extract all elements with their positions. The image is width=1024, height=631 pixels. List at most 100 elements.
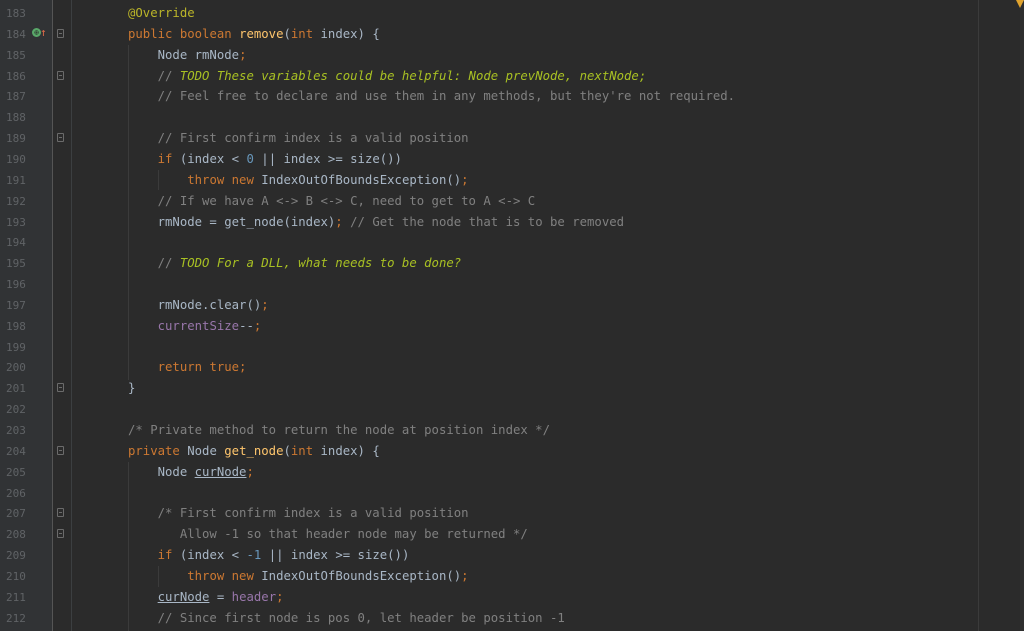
code-token: (index <: [179, 151, 247, 166]
code-line[interactable]: 199: [0, 337, 1024, 358]
code-token: throw new: [187, 172, 262, 187]
code-line[interactable]: 207 /* First confirm index is a valid po…: [0, 503, 1024, 524]
code-text: // TODO These variables could be helpful…: [128, 66, 647, 87]
code-token: //: [128, 68, 180, 83]
line-number: 211: [6, 590, 26, 604]
fold-toggle-icon[interactable]: [57, 529, 64, 539]
code-line[interactable]: 202: [0, 399, 1024, 420]
code-text: // TODO For a DLL, what needs to be done…: [128, 253, 462, 274]
line-number: 194: [6, 236, 26, 250]
code-line[interactable]: 197 rmNode.clear();: [0, 295, 1024, 316]
code-token: ;: [335, 214, 351, 229]
code-line[interactable]: 186 // TODO These variables could be hel…: [0, 66, 1024, 87]
code-line[interactable]: 191 throw new IndexOutOfBoundsException(…: [0, 170, 1024, 191]
code-line[interactable]: 201}: [0, 378, 1024, 399]
indent-guide: [128, 45, 129, 380]
code-line[interactable]: 198 currentSize--;: [0, 316, 1024, 337]
code-token: ;: [461, 172, 469, 187]
code-line[interactable]: 200 return true;: [0, 357, 1024, 378]
code-line[interactable]: 188: [0, 107, 1024, 128]
fold-toggle-icon[interactable]: [57, 508, 64, 518]
code-token: //: [128, 256, 180, 271]
line-number: 188: [6, 111, 26, 125]
code-token: header: [231, 589, 277, 604]
code-line[interactable]: 192 // If we have A <-> B <-> C, need to…: [0, 191, 1024, 212]
code-token: private: [128, 443, 188, 458]
code-token: /* Private method to return the node at …: [128, 423, 550, 437]
code-text: rmNode = get_node(index); // Get the nod…: [128, 212, 624, 233]
code-token: TODO These variables could be helpful: N…: [179, 68, 647, 83]
code-token: Allow -1 so that header node may be retu…: [128, 527, 528, 542]
code-line[interactable]: 184 public boolean remove(int index) {: [0, 24, 1024, 45]
fold-toggle-icon[interactable]: [57, 70, 64, 80]
line-number: 200: [6, 361, 26, 375]
code-token: ;: [461, 568, 469, 583]
code-token: }: [128, 381, 136, 396]
code-line[interactable]: 187 // Feel free to declare and use them…: [0, 86, 1024, 107]
indent-guide: [128, 462, 129, 631]
line-number: 209: [6, 549, 26, 563]
code-token: index) {: [320, 26, 380, 41]
code-token: =: [209, 589, 232, 604]
code-token: (: [283, 443, 291, 458]
code-text: @Override: [128, 3, 195, 24]
line-number: 208: [6, 528, 26, 542]
code-line[interactable]: 196: [0, 274, 1024, 295]
code-line[interactable]: 206: [0, 483, 1024, 504]
code-text: private Node get_node(int index) {: [128, 441, 380, 462]
line-number: 191: [6, 173, 26, 187]
fold-toggle-icon[interactable]: [57, 133, 64, 143]
code-line[interactable]: 210 throw new IndexOutOfBoundsException(…: [0, 566, 1024, 587]
code-line[interactable]: 195 // TODO For a DLL, what needs to be …: [0, 253, 1024, 274]
code-token: ;: [253, 318, 262, 333]
code-text: Node rmNode;: [128, 45, 247, 66]
code-line[interactable]: 183 @Override: [0, 3, 1024, 24]
code-line[interactable]: 209 if (index < -1 || index >= size()): [0, 545, 1024, 566]
code-line[interactable]: 189 // First confirm index is a valid po…: [0, 128, 1024, 149]
code-line[interactable]: 212 // Since first node is pos 0, let he…: [0, 608, 1024, 629]
code-text: throw new IndexOutOfBoundsException();: [128, 566, 469, 587]
code-line[interactable]: 205 Node curNode;: [0, 462, 1024, 483]
line-number: 183: [6, 7, 26, 20]
code-token: ;: [239, 47, 247, 62]
line-number: 184: [6, 27, 26, 41]
line-number: 201: [6, 382, 26, 396]
line-number: 189: [6, 132, 26, 146]
code-text: rmNode.clear();: [128, 295, 269, 316]
code-token: // If we have A <-> B <-> C, need to get…: [128, 193, 536, 208]
fold-toggle-icon[interactable]: [57, 28, 64, 38]
line-number: 202: [6, 403, 26, 417]
code-token: curNode: [194, 464, 247, 479]
code-token: TODO For a DLL, what needs to be done?: [179, 256, 462, 271]
code-token: @Override: [128, 6, 195, 20]
code-text: public boolean remove(int index) {: [128, 24, 380, 45]
code-text: // Feel free to declare and use them in …: [128, 86, 735, 107]
code-text: // Since first node is pos 0, let header…: [128, 608, 565, 629]
code-token: // Feel free to declare and use them in …: [128, 89, 736, 104]
code-line[interactable]: 204 private Node get_node(int index) {: [0, 441, 1024, 462]
code-token: if: [157, 548, 180, 563]
code-line[interactable]: 203 /* Private method to return the node …: [0, 420, 1024, 441]
code-line[interactable]: 211 curNode = header;: [0, 587, 1024, 608]
code-text: Node curNode;: [128, 462, 254, 483]
code-token: // Since first node is pos 0, let header…: [128, 610, 565, 625]
code-line[interactable]: 193 rmNode = get_node(index); // Get the…: [0, 212, 1024, 233]
code-line[interactable]: 190 if (index < 0 || index >= size()): [0, 149, 1024, 170]
code-line[interactable]: 194: [0, 232, 1024, 253]
line-number: 205: [6, 465, 26, 479]
line-number: 196: [6, 278, 26, 292]
code-text: throw new IndexOutOfBoundsException();: [128, 170, 469, 191]
code-text: if (index < -1 || index >= size()): [128, 545, 410, 566]
code-token: Node: [128, 464, 195, 479]
code-line[interactable]: 208 Allow -1 so that header node may be …: [0, 524, 1024, 545]
fold-toggle-icon[interactable]: [57, 383, 64, 393]
code-token: (index <: [179, 548, 247, 563]
code-text: // First confirm index is a valid positi…: [128, 128, 469, 149]
code-text: }: [128, 378, 135, 399]
fold-toggle-icon[interactable]: [57, 445, 64, 455]
line-number: 186: [6, 69, 26, 83]
code-line[interactable]: 185 Node rmNode;: [0, 45, 1024, 66]
code-token: ;: [246, 464, 254, 479]
